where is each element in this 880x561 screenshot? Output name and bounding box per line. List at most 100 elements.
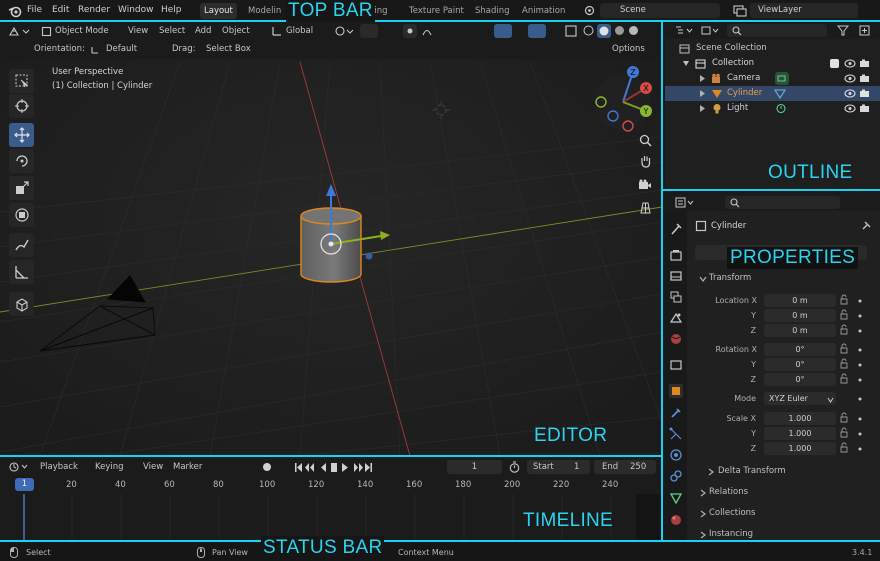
tab-modeling[interactable]: Modelin [244, 3, 285, 19]
properties-editor-icon[interactable] [675, 197, 697, 211]
tool-tab-icon[interactable] [669, 222, 683, 236]
select-box-tool[interactable] [9, 69, 34, 93]
scale-x-field[interactable]: 1.000 [764, 412, 836, 425]
playhead-frame-badge[interactable]: 1 [15, 478, 34, 491]
scale-y-field[interactable]: 1.000 [764, 427, 836, 440]
data-tab-icon[interactable] [669, 491, 683, 505]
overlay-toggle-icon[interactable] [528, 24, 546, 38]
visibility-eye-icon[interactable] [844, 74, 856, 86]
transform-tool[interactable] [9, 203, 34, 227]
properties-search-input[interactable] [725, 196, 840, 209]
expand-arrow-icon[interactable] [699, 105, 706, 115]
start-frame-field[interactable]: Start 1 [527, 460, 590, 474]
tab-animation[interactable]: Animation [518, 3, 569, 19]
view-layer-selector[interactable]: ViewLayer [750, 3, 858, 18]
light-data-icon[interactable] [775, 103, 787, 117]
location-x-field[interactable]: 0 m [764, 294, 836, 307]
scene-selector[interactable]: Scene [600, 3, 720, 18]
expand-arrow-icon[interactable] [699, 90, 706, 100]
menu-render[interactable]: Render [78, 5, 110, 15]
modifier-tab-icon[interactable] [669, 406, 683, 420]
render-camera-icon[interactable] [859, 59, 870, 71]
end-frame-field[interactable]: End 250 [594, 460, 656, 474]
drag-selector[interactable]: Select Box [206, 44, 251, 54]
transform-orientation-selector[interactable]: Global [286, 26, 313, 36]
particles-tab-icon[interactable] [669, 427, 683, 441]
jump-end-icon[interactable] [365, 463, 370, 472]
current-frame-field[interactable]: 1 [447, 460, 502, 474]
material-tab-icon[interactable] [669, 513, 683, 527]
shading-material-icon[interactable] [614, 25, 625, 39]
collection-tab-icon[interactable] [669, 358, 683, 372]
expand-arrow-icon[interactable] [699, 75, 706, 85]
object-tab-icon[interactable] [669, 384, 683, 398]
menu-window[interactable]: Window [118, 5, 154, 15]
rotation-x-field[interactable]: 0° [764, 343, 836, 356]
perspective-toggle-icon[interactable] [637, 199, 653, 215]
outliner-item-light[interactable]: Light [665, 101, 880, 116]
shading-wireframe-icon[interactable] [583, 25, 594, 39]
3d-viewport[interactable]: Object Mode View Select Add Object Globa… [0, 22, 662, 456]
proportional-edit-icon[interactable] [403, 24, 417, 38]
pin-icon[interactable] [861, 221, 871, 234]
xray-toggle-icon[interactable] [565, 25, 577, 40]
outliner-item-cylinder[interactable]: Cylinder [665, 86, 880, 101]
gizmo-toggle-icon[interactable] [494, 24, 512, 38]
navigation-gizmo[interactable]: Z X Y [590, 64, 660, 134]
expand-arrow-icon[interactable] [683, 60, 690, 70]
blender-logo-icon[interactable] [8, 4, 22, 21]
rotation-z-field[interactable]: 0° [764, 373, 836, 386]
view-layer-icon[interactable] [733, 4, 747, 20]
render-camera-icon[interactable] [859, 89, 870, 101]
outliner-item-collection[interactable]: Collection [665, 56, 880, 71]
filter-icon[interactable] [836, 25, 851, 39]
view-layer-tab-icon[interactable] [669, 290, 683, 304]
orientation-selector[interactable]: Default [106, 44, 137, 54]
prev-keyframe-icon[interactable] [305, 463, 314, 472]
visibility-eye-icon[interactable] [844, 89, 856, 101]
pivot-point-icon[interactable] [334, 25, 354, 40]
constraints-tab-icon[interactable] [669, 469, 683, 483]
menu-marker[interactable]: Marker [173, 462, 202, 472]
camera-view-icon[interactable] [637, 177, 653, 193]
scale-tool[interactable] [9, 176, 34, 200]
rotation-mode-select[interactable]: XYZ Euler [764, 392, 836, 405]
stopwatch-icon[interactable] [509, 461, 520, 476]
outliner-scene-collection[interactable]: Scene Collection [665, 41, 880, 56]
menu-help[interactable]: Help [161, 5, 182, 15]
location-z-field[interactable]: 0 m [764, 324, 836, 337]
menu-object[interactable]: Object [222, 26, 250, 36]
relations-section-header[interactable]: Relations [695, 485, 877, 502]
outliner-item-camera[interactable]: Camera [665, 71, 880, 86]
new-collection-icon[interactable] [859, 25, 871, 39]
shading-rendered-icon[interactable] [628, 25, 639, 39]
mesh-data-icon[interactable] [774, 88, 786, 102]
menu-edit[interactable]: Edit [52, 5, 69, 15]
menu-view[interactable]: View [143, 462, 163, 472]
physics-tab-icon[interactable] [669, 448, 683, 462]
world-tab-icon[interactable] [669, 332, 683, 346]
editor-type-icon[interactable] [8, 25, 30, 41]
jump-start-icon[interactable] [295, 463, 297, 472]
render-camera-icon[interactable] [859, 104, 870, 116]
rotate-tool[interactable] [9, 149, 34, 173]
falloff-icon[interactable] [422, 25, 440, 40]
next-keyframe-icon[interactable] [354, 463, 363, 472]
output-tab-icon[interactable] [669, 269, 683, 283]
scene-type-icon[interactable] [583, 4, 596, 20]
scene-tab-icon[interactable] [669, 311, 683, 325]
menu-file[interactable]: File [27, 5, 42, 15]
outliner-search-input[interactable] [727, 24, 827, 37]
menu-playback[interactable]: Playback [40, 462, 78, 472]
pan-hand-icon[interactable] [637, 153, 653, 169]
outliner-editor-icon[interactable] [675, 25, 695, 39]
zoom-icon[interactable] [637, 132, 653, 148]
snap-icon[interactable] [360, 24, 378, 38]
play-reverse-icon[interactable] [321, 463, 326, 472]
menu-keying[interactable]: Keying [95, 462, 124, 472]
timeline-track-area[interactable]: 1 20 40 60 80 100 120 140 160 180 200 22… [0, 476, 662, 542]
render-tab-icon[interactable] [669, 248, 683, 262]
menu-view[interactable]: View [128, 26, 148, 36]
menu-select[interactable]: Select [159, 26, 185, 36]
transform-section-header[interactable]: Transform [695, 271, 877, 288]
